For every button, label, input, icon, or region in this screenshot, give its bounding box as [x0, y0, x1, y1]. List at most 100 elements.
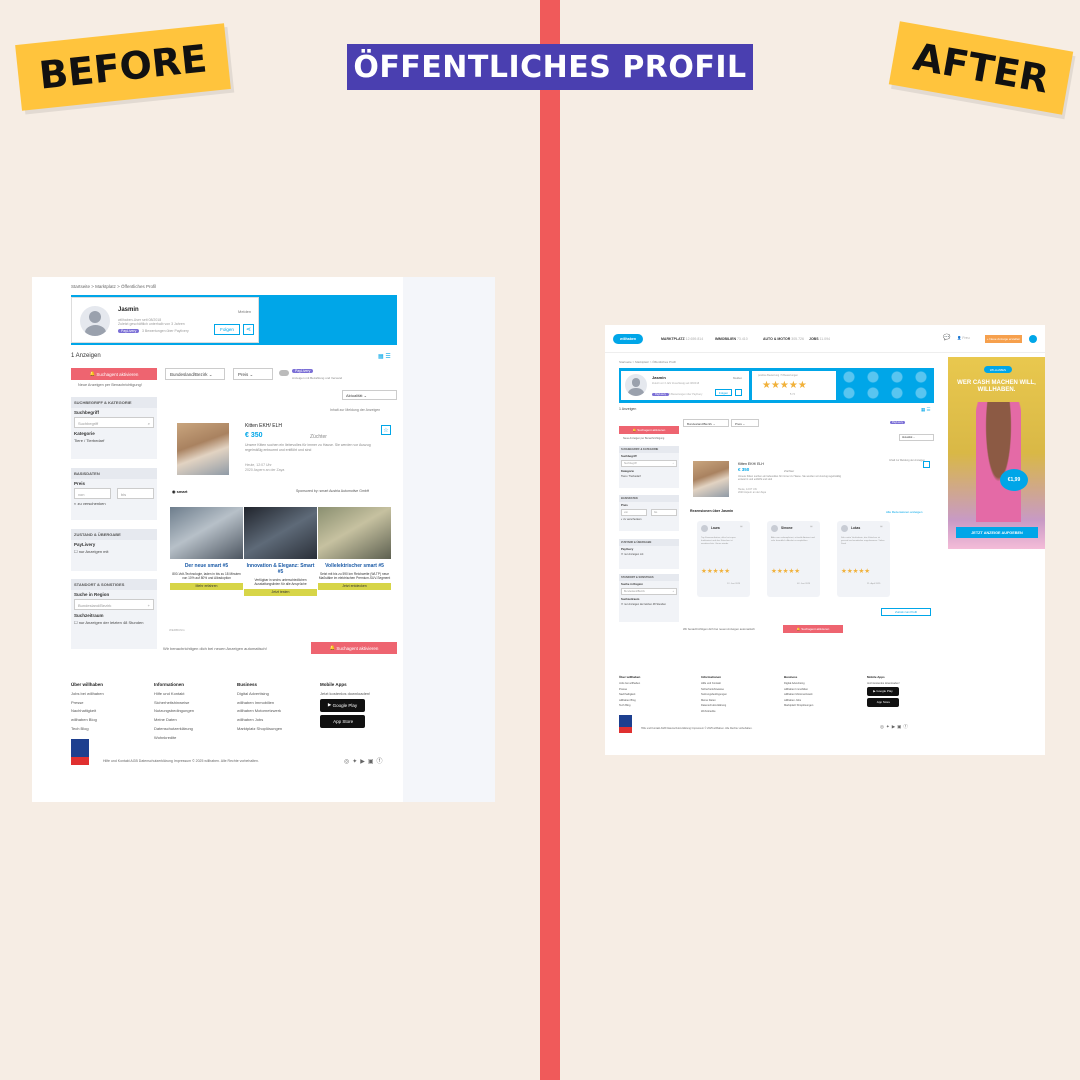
footer-link[interactable]: willhaben Immobilien [237, 699, 317, 708]
footer-link[interactable]: Nachhaltigkeit [71, 707, 151, 716]
social-icons[interactable]: ◎✦▶▣ⓕ [880, 724, 910, 730]
ad-cta-button[interactable]: Jetzt entdecken [318, 583, 391, 590]
review-date: 12. Juni 2025 [727, 583, 741, 585]
footer-legal[interactable]: Hilfe und Kontakt AGB Datenschutzerkläru… [103, 759, 259, 763]
category-value[interactable]: Tiere / Tierbedarf [619, 474, 679, 479]
back-to-profile-button[interactable]: Zurück zum Profil [881, 608, 931, 616]
price-from-input[interactable]: von [621, 509, 647, 516]
app-store-button[interactable]: App Store [320, 714, 365, 728]
share-icon[interactable] [735, 389, 742, 396]
listing-card[interactable]: Kitten EKH/ ELH € 350 Züchter Unsere Kit… [689, 455, 934, 503]
footer-link[interactable]: Meine Daten [154, 716, 234, 725]
footer-link[interactable]: Sicherheitshinweise [154, 699, 234, 708]
app-store-button[interactable]: App Store [867, 697, 899, 707]
report-hint[interactable]: Inhalt zur Meldung der Anzeigen [330, 408, 380, 412]
new-ad-button[interactable]: + Neue Anzeige erstellen [985, 335, 1022, 343]
sort-select[interactable]: Aktualität ⌄ [899, 434, 934, 441]
footer-link[interactable]: Wohnkredite [701, 709, 771, 715]
footer-link[interactable]: Digital Advertising [237, 690, 317, 699]
report-hint[interactable]: Inhalt zur Meldung der Anzeigen [889, 459, 925, 462]
nav-marktplatz[interactable]: MARKTPLATZ 12.659.814 [661, 337, 703, 341]
search-input[interactable]: Suchbegriff ⌕ [621, 460, 677, 467]
footer-link[interactable]: Presse [71, 699, 151, 708]
footer-link[interactable]: Tech Blog [71, 725, 151, 734]
price-filter[interactable]: Preis ⌄ [731, 419, 759, 427]
willhaben-logo[interactable]: willhaben [613, 334, 643, 344]
breadcrumb[interactable]: Startseite > Marktplatz > Öffentliches P… [71, 284, 156, 289]
search-agent-button[interactable]: 🔔 Suchagent aktivieren [619, 426, 679, 434]
report-link[interactable]: Melden [733, 376, 742, 380]
giveaway-toggle[interactable]: ◐ zu verschenken [71, 500, 157, 507]
footer-link[interactable]: willhaben Blog [71, 716, 151, 725]
region-filter[interactable]: Bundesland/Bezirk ⌄ [165, 368, 225, 380]
view-toggle-icon[interactable]: ▦ ☰ [378, 353, 391, 360]
footer-link[interactable]: Jobs bei willhaben [71, 690, 151, 699]
footer-legal[interactable]: Hilfe und Kontakt AGB Datenschutzerkläru… [641, 727, 752, 730]
google-play-button[interactable]: ▶ Google Play [320, 698, 365, 712]
follow-button[interactable]: Folgen [715, 389, 732, 396]
ad-cta-button[interactable]: Mehr erfahren [170, 583, 243, 590]
help-icon[interactable] [1029, 335, 1037, 343]
giveaway-toggle[interactable]: ◐ zu verschenken [619, 517, 679, 522]
follow-button[interactable]: Folgen [214, 324, 240, 335]
search-agent-button-bottom[interactable]: 🔔 Suchagent aktivieren [783, 625, 843, 633]
listing-title[interactable]: Kitten EKH/ ELH [738, 462, 764, 466]
search-agent-button-bottom[interactable]: 🔔 Suchagent aktivieren [311, 642, 397, 654]
time-checkbox[interactable]: ☐ nur Anzeigen der letzten 48 Stunden [619, 602, 679, 607]
paylivery-toggle[interactable] [279, 370, 289, 376]
time-checkbox[interactable]: ☐ nur Anzeigen der letzten 48 Stunden [71, 619, 157, 626]
report-link[interactable]: Melden [238, 309, 251, 314]
price-to-input[interactable]: bis [117, 488, 154, 499]
search-input[interactable]: Suchbegriff ⌕ [74, 417, 154, 428]
ad-column[interactable]: Der neue smart #5 800-Volt-Technologie, … [170, 507, 243, 590]
nav-auto[interactable]: AUTO & MOTOR 305.726 [763, 337, 804, 341]
review-date: 02. Juni 2025 [797, 583, 811, 585]
price-from-input[interactable]: von [74, 488, 111, 499]
nav-jobs[interactable]: JOBS 11.094 [809, 337, 830, 341]
footer-link[interactable]: Hilfe und Kontakt [154, 690, 234, 699]
category-value[interactable]: Tiere / Tierbedarf [71, 437, 157, 444]
sort-select[interactable]: Aktualität ⌄ [342, 390, 397, 400]
ad-car-image [244, 507, 317, 559]
ad-sponsor[interactable]: Sponsored by: smart Austria Automotive G… [296, 489, 369, 493]
notify-text: Wir benachrichtigen dich bei neuen Anzei… [163, 646, 267, 651]
price-to-input[interactable]: bis [651, 509, 677, 516]
social-icons[interactable]: ◎✦▶▣ⓕ [344, 756, 386, 765]
user-menu[interactable]: 👤 Freu [957, 336, 970, 340]
view-toggle-icon[interactable]: ▦ ☰ [921, 407, 931, 413]
chat-icon[interactable]: 💬 [943, 334, 950, 341]
region-filter[interactable]: Bundesland/Bezirk ⌄ [683, 419, 729, 427]
ad-cta-button[interactable]: Jetzt testen [244, 589, 317, 596]
ad-column[interactable]: Vollelektrischer smart #5 Setzt mit bis … [318, 507, 391, 590]
share-icon[interactable]: ⋖ [243, 324, 254, 335]
footer-link[interactable]: Marktplatz Shoplösungen [237, 725, 317, 734]
breadcrumb[interactable]: Startseite > Marktplatz > Öffentliches P… [619, 360, 676, 364]
footer-link[interactable]: Marktplatz Shoplösungen [784, 703, 854, 709]
favorite-star-icon[interactable] [923, 461, 930, 468]
footer-link[interactable]: Datenschutzerklärung [154, 725, 234, 734]
paylivery-checkbox[interactable]: ☐ nur Anzeigen mit [71, 548, 157, 555]
nav-immobilien[interactable]: IMMOBILIEN 73.410 [715, 337, 748, 341]
panel-heading: ZUSTAND & ÜBERGABE [71, 529, 157, 540]
all-reviews-link[interactable]: Alle Rezensionen anzeigen [886, 510, 922, 514]
listing-title[interactable]: Kitten EKH/ ELH [245, 423, 282, 429]
ad-column[interactable]: Innovation & Eleganz: Smart #5 Verfügbar… [244, 507, 317, 596]
footer-link[interactable]: Nutzungsbedingungen [154, 707, 234, 716]
rating-card[interactable]: positive Bewertung / 5 Bewertungen ★★★★★… [752, 371, 836, 400]
search-icon: ⌕ [147, 421, 150, 426]
footer-link[interactable]: willhaben Jobs [237, 716, 317, 725]
favorite-star-icon[interactable]: ☆ [381, 425, 391, 435]
paylivery-checkbox[interactable]: ☐ nur Anzeigen mit [619, 552, 679, 557]
google-play-button[interactable]: ▶ Google Play [867, 686, 899, 696]
ad-cta-button[interactable]: JETZT ANZEIGE AUFGEBEN [956, 527, 1038, 538]
region-input[interactable]: Bundesland/Bezirk + [621, 588, 677, 595]
footer-link[interactable]: Tech Blog [619, 703, 689, 709]
footer-link[interactable]: Wohnkredite [154, 734, 234, 743]
price-filter[interactable]: Preis ⌄ [233, 368, 273, 380]
region-input[interactable]: Bundesland/Bezirk + [74, 599, 154, 610]
listing-card[interactable]: Kitten EKH/ ELH € 350 Züchter Unsere Kit… [165, 417, 397, 479]
footer-link[interactable]: willhaben Motornetzwerk [237, 707, 317, 716]
search-agent-button[interactable]: 🔔 Suchagent aktivieren [71, 368, 157, 380]
paylivery-badge[interactable]: PayLivery [890, 421, 905, 424]
willhaben-ad-banner[interactable]: WILLHABEN WER CASH MACHEN WILL, WILLHABE… [948, 357, 1045, 549]
